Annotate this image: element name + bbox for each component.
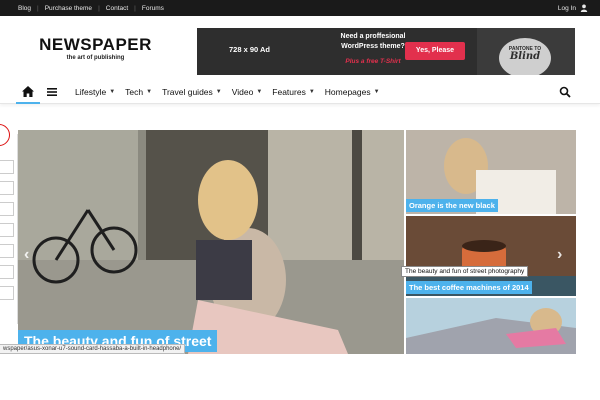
widget-box[interactable] bbox=[0, 202, 14, 216]
tile-caption[interactable]: Orange is the new black bbox=[406, 199, 498, 212]
widget-box[interactable] bbox=[0, 265, 14, 279]
browser-status-url: wspaper/asus-xonar-u7-sound-card-hassaba… bbox=[0, 344, 186, 354]
chevron-down-icon: ▼ bbox=[373, 89, 380, 95]
left-side-widget bbox=[0, 122, 18, 324]
widget-box[interactable] bbox=[0, 286, 14, 300]
top-link-contact[interactable]: Contact bbox=[100, 5, 134, 12]
widget-box[interactable] bbox=[0, 244, 14, 258]
top-link-forums[interactable]: Forums bbox=[136, 5, 170, 12]
main-nav: Lifestyle ▼ Tech ▼ Travel guides ▼ Video ▼ F… bbox=[0, 80, 600, 104]
site-logo[interactable]: NEWSPAPER the art of publishing bbox=[33, 36, 158, 66]
top-link-blog[interactable]: Blog bbox=[12, 5, 37, 12]
chevron-down-icon: ▼ bbox=[146, 89, 153, 95]
widget-box[interactable] bbox=[0, 223, 14, 237]
search-icon[interactable] bbox=[559, 86, 571, 98]
nav-label: Features bbox=[272, 87, 306, 97]
logo-title: NEWSPAPER bbox=[39, 35, 152, 54]
tshirt-print: PANTONE TO Blind bbox=[499, 38, 551, 75]
featured-image bbox=[18, 130, 404, 354]
ad-headline-line1: Need a proffesional bbox=[340, 33, 406, 40]
ad-banner[interactable]: 728 x 90 Ad Need a proffesional WordPres… bbox=[197, 28, 575, 75]
chevron-down-icon: ▼ bbox=[308, 89, 315, 95]
home-button[interactable] bbox=[16, 80, 40, 104]
nav-label: Lifestyle bbox=[75, 87, 107, 97]
top-link-purchase-theme[interactable]: Purchase theme bbox=[39, 5, 98, 12]
widget-box[interactable] bbox=[0, 181, 14, 195]
featured-tile[interactable]: Orange is the new black bbox=[406, 130, 576, 214]
highlight-circle bbox=[0, 124, 10, 146]
home-icon bbox=[22, 85, 34, 97]
nav-label: Tech bbox=[125, 87, 144, 97]
featured-tile[interactable] bbox=[406, 298, 576, 354]
ad-size-label: 728 x 90 Ad bbox=[229, 45, 270, 54]
widget-box[interactable] bbox=[0, 160, 14, 174]
nav-item-lifestyle[interactable]: Lifestyle ▼ bbox=[70, 87, 120, 97]
hamburger-menu-icon[interactable] bbox=[46, 86, 58, 98]
tile-caption[interactable]: The best coffee machines of 2014 bbox=[406, 281, 532, 294]
user-icon bbox=[580, 4, 588, 12]
nav-label: Travel guides bbox=[162, 87, 213, 97]
nav-item-video[interactable]: Video ▼ bbox=[227, 87, 268, 97]
slider-next-arrow-icon[interactable]: › bbox=[557, 246, 562, 264]
chevron-down-icon: ▼ bbox=[109, 89, 116, 95]
login-link[interactable]: Log In bbox=[558, 0, 588, 16]
nav-label: Homepages bbox=[324, 87, 371, 97]
nav-item-homepages[interactable]: Homepages ▼ bbox=[320, 87, 385, 97]
featured-tile[interactable]: The best coffee machines of 2014 bbox=[406, 216, 576, 296]
slider-prev-arrow-icon[interactable]: ‹ bbox=[24, 246, 29, 264]
nav-items: Lifestyle ▼ Tech ▼ Travel guides ▼ Video ▼ F… bbox=[70, 80, 385, 104]
tshirt-print-big: Blind bbox=[509, 51, 541, 62]
featured-slider[interactable]: ‹ The beauty and fun of street bbox=[18, 130, 404, 354]
widget-boxes bbox=[0, 160, 14, 307]
login-label: Log In bbox=[557, 4, 576, 12]
ad-tshirt-image: PANTONE TO Blind bbox=[477, 28, 575, 75]
tooltip: The beauty and fun of street photography bbox=[401, 266, 529, 277]
nav-label: Video bbox=[231, 87, 254, 97]
top-links: Blog | Purchase theme | Contact | Forums bbox=[12, 0, 170, 16]
nav-item-features[interactable]: Features ▼ bbox=[267, 87, 320, 97]
chevron-down-icon: ▼ bbox=[215, 89, 222, 95]
logo-tagline: the art of publishing bbox=[66, 55, 125, 61]
nav-item-tech[interactable]: Tech ▼ bbox=[120, 87, 157, 97]
ad-cta-button[interactable]: Yes, Please bbox=[405, 42, 465, 60]
top-bar: Blog | Purchase theme | Contact | Forums… bbox=[0, 0, 600, 16]
chevron-down-icon: ▼ bbox=[256, 89, 263, 95]
nav-item-travel-guides[interactable]: Travel guides ▼ bbox=[157, 87, 227, 97]
tile-image bbox=[406, 298, 576, 354]
